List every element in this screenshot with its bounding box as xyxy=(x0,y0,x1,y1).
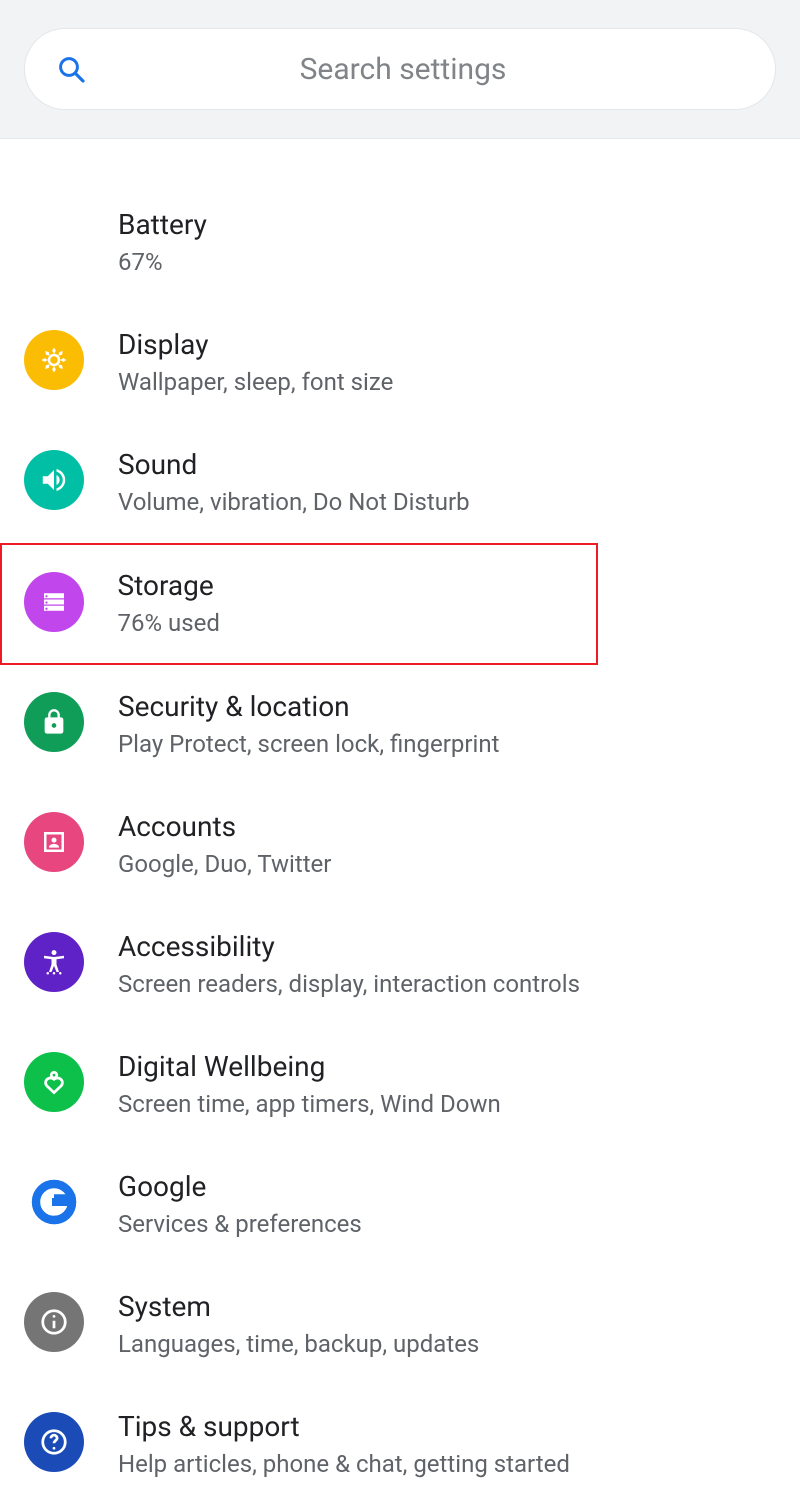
search-icon xyxy=(49,53,93,85)
info-icon xyxy=(24,1292,84,1352)
settings-item-battery[interactable]: Battery 67% xyxy=(0,183,800,303)
search-placeholder: Search settings xyxy=(93,52,757,87)
text-col: Storage 76% used xyxy=(118,570,220,638)
text-col: Display Wallpaper, sleep, font size xyxy=(118,329,393,397)
wellbeing-icon xyxy=(24,1052,84,1112)
settings-item-display[interactable]: Display Wallpaper, sleep, font size xyxy=(0,303,800,423)
text-col: Accounts Google, Duo, Twitter xyxy=(118,811,331,879)
item-title: Sound xyxy=(118,449,470,481)
text-col: Accessibility Screen readers, display, i… xyxy=(118,931,580,999)
item-title: Digital Wellbeing xyxy=(118,1051,501,1083)
settings-item-security[interactable]: Security & location Play Protect, screen… xyxy=(0,665,800,785)
battery-icon xyxy=(24,210,84,270)
item-title: Accessibility xyxy=(118,931,580,963)
display-icon xyxy=(24,330,84,390)
storage-icon xyxy=(24,572,84,632)
settings-item-accounts[interactable]: Accounts Google, Duo, Twitter xyxy=(0,785,800,905)
text-col: Security & location Play Protect, screen… xyxy=(118,691,499,759)
text-col: Google Services & preferences xyxy=(118,1171,362,1239)
accessibility-icon xyxy=(24,932,84,992)
settings-item-sound[interactable]: Sound Volume, vibration, Do Not Disturb xyxy=(0,423,800,543)
lock-icon xyxy=(24,692,84,752)
item-sub: Services & preferences xyxy=(118,1210,362,1239)
item-title: Security & location xyxy=(118,691,499,723)
item-sub: Google, Duo, Twitter xyxy=(118,850,331,879)
item-sub: Volume, vibration, Do Not Disturb xyxy=(118,488,470,517)
item-title: System xyxy=(118,1291,479,1323)
item-sub: Screen readers, display, interaction con… xyxy=(118,970,580,999)
settings-list: Battery 67% Display Wallpaper, sleep, fo… xyxy=(0,139,800,1505)
item-sub: 76% used xyxy=(118,609,220,638)
item-sub: Screen time, app timers, Wind Down xyxy=(118,1090,501,1119)
item-title: Accounts xyxy=(118,811,331,843)
text-col: System Languages, time, backup, updates xyxy=(118,1291,479,1359)
item-sub: 67% xyxy=(118,248,207,277)
item-sub: Languages, time, backup, updates xyxy=(118,1330,479,1359)
settings-item-google[interactable]: Google Services & preferences xyxy=(0,1145,800,1265)
settings-item-system[interactable]: System Languages, time, backup, updates xyxy=(0,1265,800,1385)
settings-item-wellbeing[interactable]: Digital Wellbeing Screen time, app timer… xyxy=(0,1025,800,1145)
text-col: Battery 67% xyxy=(118,209,207,277)
item-title: Battery xyxy=(118,209,207,241)
item-sub: Play Protect, screen lock, fingerprint xyxy=(118,730,499,759)
accounts-icon xyxy=(24,812,84,872)
settings-item-tips[interactable]: Tips & support Help articles, phone & ch… xyxy=(0,1385,800,1505)
item-title: Storage xyxy=(118,570,220,602)
item-sub: Wallpaper, sleep, font size xyxy=(118,368,393,397)
item-title: Google xyxy=(118,1171,362,1203)
item-title: Tips & support xyxy=(118,1411,570,1443)
text-col: Sound Volume, vibration, Do Not Disturb xyxy=(118,449,470,517)
text-col: Digital Wellbeing Screen time, app timer… xyxy=(118,1051,501,1119)
sound-icon xyxy=(24,450,84,510)
settings-item-accessibility[interactable]: Accessibility Screen readers, display, i… xyxy=(0,905,800,1025)
text-col: Tips & support Help articles, phone & ch… xyxy=(118,1411,570,1479)
item-sub: Help articles, phone & chat, getting sta… xyxy=(118,1450,570,1479)
settings-item-storage[interactable]: Storage 76% used xyxy=(0,543,598,665)
google-icon xyxy=(24,1172,84,1232)
item-title: Display xyxy=(118,329,393,361)
search-input[interactable]: Search settings xyxy=(24,28,776,110)
search-header: Search settings xyxy=(0,0,800,139)
help-icon xyxy=(24,1412,84,1472)
